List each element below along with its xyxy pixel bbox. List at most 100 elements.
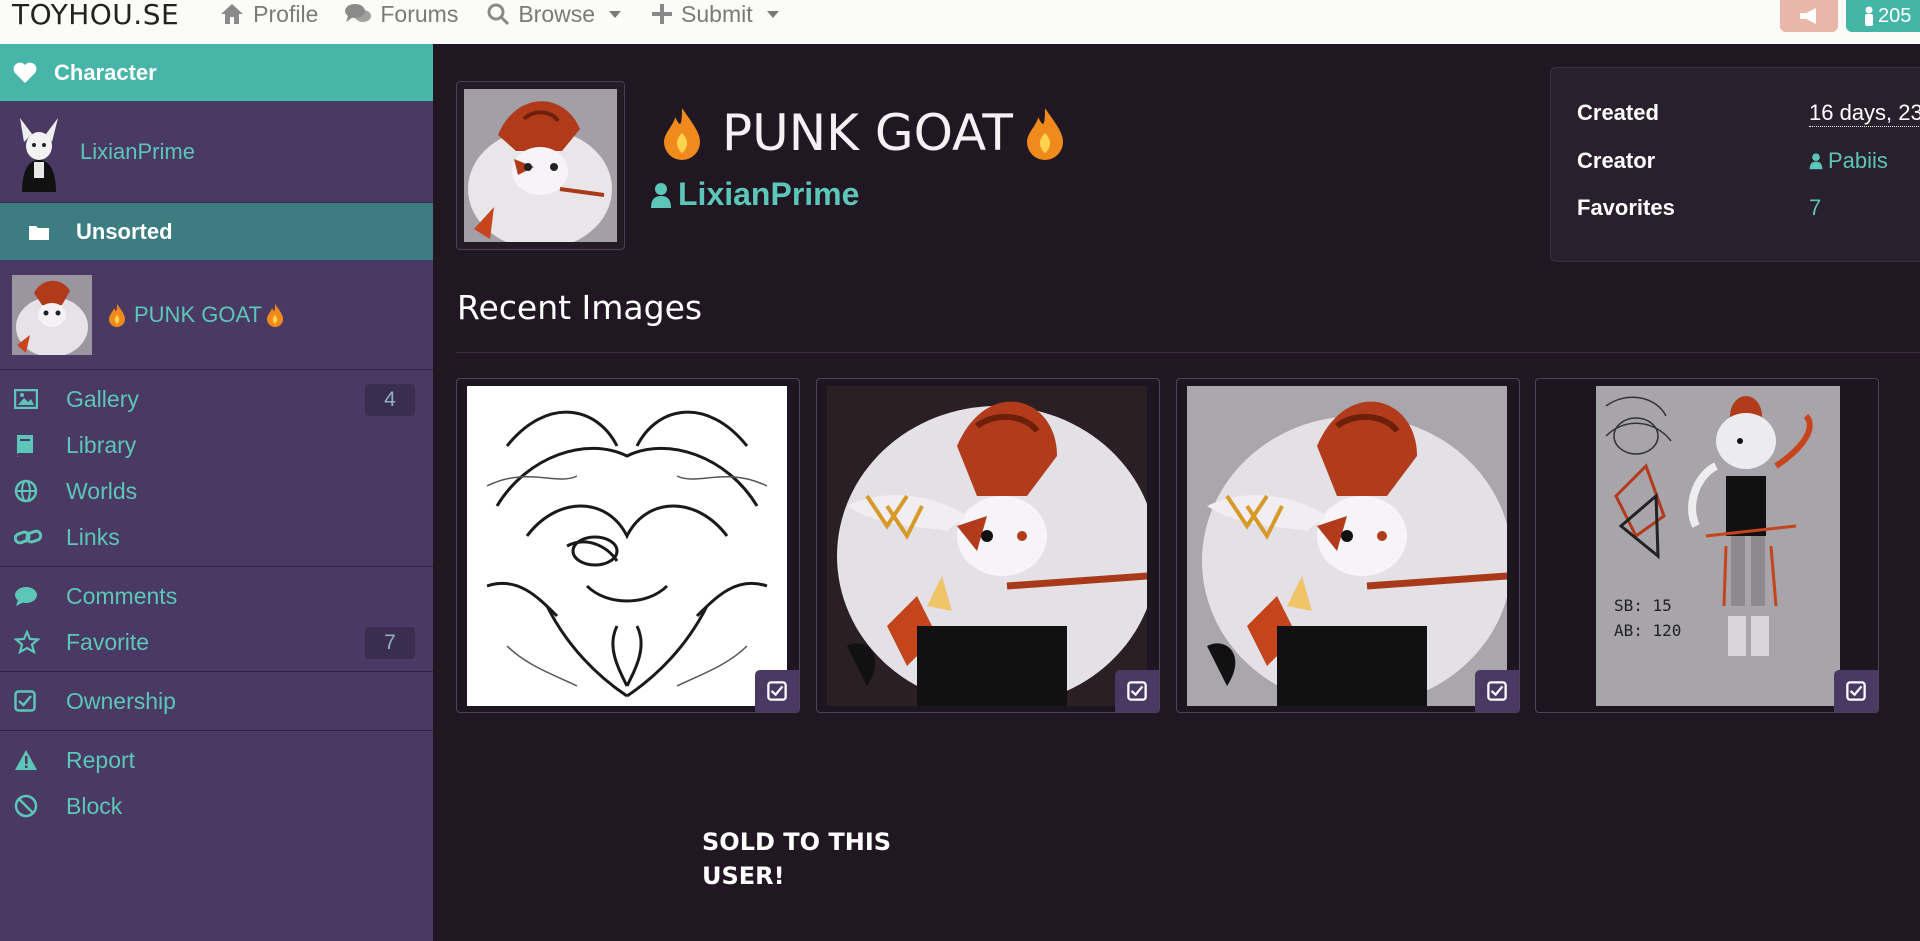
svg-text:AB: 120: AB: 120 (1614, 621, 1681, 640)
image-icon (14, 389, 38, 409)
svg-text:SB: 15: SB: 15 (1614, 596, 1672, 615)
gallery-image-card[interactable] (1176, 378, 1520, 713)
comment-icon (15, 587, 37, 606)
sidebar-item-label: Links (66, 523, 120, 550)
sidebar-folder-label: Unsorted (76, 218, 173, 244)
sidebar-item-label: Block (66, 792, 123, 819)
select-image-checkbox[interactable] (1834, 670, 1878, 712)
character-owner-name: LixianPrime (678, 176, 860, 212)
chevron-down-icon (766, 10, 779, 18)
sidebar-item-worlds[interactable]: Worlds (0, 468, 433, 514)
home-icon (221, 4, 244, 24)
folder-icon (29, 225, 49, 240)
site-logo[interactable]: TOYHOU.SE (12, 0, 179, 31)
info-created-label: Created (1577, 100, 1659, 125)
sidebar-item-label: Report (66, 746, 136, 773)
nav-forums[interactable]: Forums (344, 1, 458, 28)
info-favorites-label: Favorites (1577, 195, 1675, 220)
section-divider (456, 352, 1920, 353)
gallery-image (467, 386, 787, 706)
character-owner-link[interactable]: LixianPrime (650, 176, 859, 213)
character-name: PUNK GOAT (722, 104, 1013, 162)
sidebar-item-label: Library (66, 431, 137, 458)
info-creator: Creator Pabiis (1577, 148, 1888, 174)
sidebar-item-label: Favorite (66, 628, 150, 655)
sidebar-username: LixianPrime (80, 138, 195, 164)
chevron-down-icon (609, 10, 622, 18)
plus-icon (652, 4, 673, 24)
select-image-checkbox[interactable] (755, 670, 799, 712)
gallery-image (1187, 386, 1507, 706)
heart-icon (13, 62, 37, 83)
nav-forums-label: Forums (380, 0, 459, 27)
sidebar-item-favorite[interactable]: Favorite 7 (0, 619, 433, 665)
favorite-count-badge: 7 (365, 627, 415, 659)
character-thumbnail (12, 274, 92, 355)
nav-profile[interactable]: Profile (219, 1, 318, 28)
checkbox-icon (1487, 681, 1507, 701)
checkbox-icon (14, 690, 36, 712)
user-count-button[interactable]: 205 (1846, 0, 1920, 32)
nav-submit-label: Submit (681, 0, 753, 27)
sidebar-folder-unsorted[interactable]: Unsorted (0, 203, 433, 260)
sidebar-character[interactable]: PUNK GOAT (0, 260, 433, 370)
user-icon (1809, 153, 1823, 170)
sidebar-item-comments[interactable]: Comments (0, 573, 433, 619)
globe-icon (14, 479, 38, 503)
gallery-image-card[interactable] (816, 378, 1160, 713)
comments-icon (345, 4, 372, 22)
top-navbar: TOYHOU.SE Profile Forums Browse Submit 2… (0, 0, 1920, 44)
sidebar-item-library[interactable]: Library (0, 422, 433, 468)
search-icon (487, 3, 510, 26)
sidebar-item-label: Ownership (66, 687, 176, 714)
nav-submit[interactable]: Submit (651, 1, 779, 28)
select-image-checkbox[interactable] (1475, 670, 1519, 712)
sidebar: Character LixianPrime Unsorted PUNK GOAT (0, 44, 433, 941)
sidebar-item-links[interactable]: Links (0, 514, 433, 560)
info-favorites-value[interactable]: 7 (1809, 195, 1821, 221)
sidebar-item-label: Worlds (66, 477, 138, 504)
warning-icon (15, 750, 37, 770)
sidebar-group-ownership: Ownership (0, 672, 433, 731)
character-title: PUNK GOAT (660, 104, 1067, 162)
book-icon (17, 435, 33, 457)
sidebar-header-label: Character (54, 59, 157, 85)
user-count: 205 (1878, 4, 1912, 27)
sidebar-character-name: PUNK GOAT (134, 301, 262, 327)
sidebar-item-label: Comments (66, 582, 178, 609)
info-creator-link[interactable]: Pabiis (1809, 148, 1888, 174)
sidebar-user[interactable]: LixianPrime (0, 101, 433, 203)
sidebar-group-moderation: Report Block (0, 731, 433, 835)
megaphone-icon (1800, 8, 1816, 24)
gallery-image-card[interactable] (456, 378, 800, 713)
link-icon (14, 529, 42, 545)
info-creator-label: Creator (1577, 148, 1656, 173)
character-profile-image[interactable] (456, 81, 625, 250)
user-icon (1865, 6, 1873, 26)
select-image-checkbox[interactable] (1115, 670, 1159, 712)
sidebar-item-gallery[interactable]: Gallery 4 (0, 376, 433, 422)
character-portrait (464, 89, 617, 249)
info-favorites: Favorites 7 (1577, 195, 1821, 221)
sidebar-item-block[interactable]: Block (0, 783, 433, 829)
user-icon (651, 182, 671, 208)
sidebar-item-report[interactable]: Report (0, 737, 433, 783)
checkbox-icon (767, 681, 787, 701)
info-creator-value: Pabiis (1828, 148, 1888, 173)
nav-profile-label: Profile (253, 0, 319, 27)
fire-icon (109, 303, 125, 327)
announcements-button[interactable] (1780, 0, 1838, 32)
gallery-image: SB: 15 AB: 120 (1546, 386, 1866, 706)
checkbox-icon (1846, 681, 1866, 701)
sidebar-item-ownership[interactable]: Ownership (0, 678, 433, 724)
fire-icon (1026, 108, 1063, 160)
gallery-image-card[interactable]: SB: 15 AB: 120 (1535, 378, 1879, 713)
star-icon (14, 630, 40, 654)
gallery-count-badge: 4 (365, 384, 415, 416)
profile-note-sold: SOLD TO THIS USER! (702, 828, 892, 890)
sidebar-header[interactable]: Character (0, 44, 433, 101)
nav-browse[interactable]: Browse (486, 0, 622, 28)
gallery-image (827, 386, 1147, 706)
nav-browse-label: Browse (518, 0, 596, 27)
sidebar-group-social: Comments Favorite 7 (0, 567, 433, 672)
